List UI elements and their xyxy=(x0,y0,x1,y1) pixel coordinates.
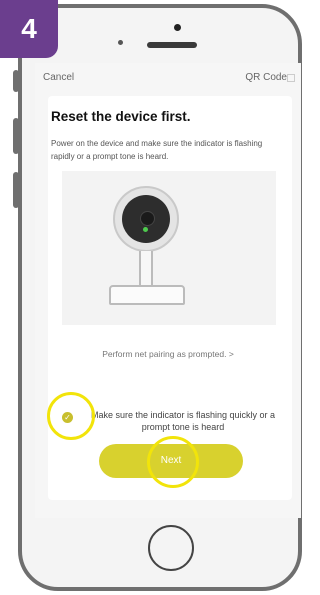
page-title: Reset the device first. xyxy=(51,109,191,124)
step-badge: 4 xyxy=(0,0,58,58)
camera-sensor-icon xyxy=(140,211,155,226)
phone-volume-up-button xyxy=(13,118,19,154)
instruction-text: Power on the device and make sure the in… xyxy=(51,139,263,161)
highlight-circle-next xyxy=(147,436,199,488)
camera-illustration xyxy=(62,171,276,325)
camera-indicator-light-icon xyxy=(143,227,148,232)
phone-volume-down-button xyxy=(13,172,19,208)
phone-speaker xyxy=(147,42,197,48)
phone-side-button xyxy=(13,70,19,92)
top-bar: Cancel QR Code xyxy=(35,63,301,91)
camera-body-icon xyxy=(113,186,179,252)
home-button[interactable] xyxy=(148,525,194,571)
confirm-label: Make sure the indicator is flashing quic… xyxy=(90,410,276,432)
camera-base-icon xyxy=(109,285,185,305)
qr-code-button[interactable]: QR Code xyxy=(245,72,287,83)
phone-front-camera xyxy=(174,24,181,31)
cancel-button[interactable]: Cancel xyxy=(43,72,74,83)
camera-lens-icon xyxy=(122,195,170,243)
phone-sensor-dot xyxy=(118,40,123,45)
qr-icon[interactable] xyxy=(287,74,295,82)
camera-stand-icon xyxy=(139,251,153,287)
highlight-circle-checkbox xyxy=(47,392,95,440)
net-pairing-link[interactable]: Perform net pairing as prompted. > xyxy=(35,349,301,359)
